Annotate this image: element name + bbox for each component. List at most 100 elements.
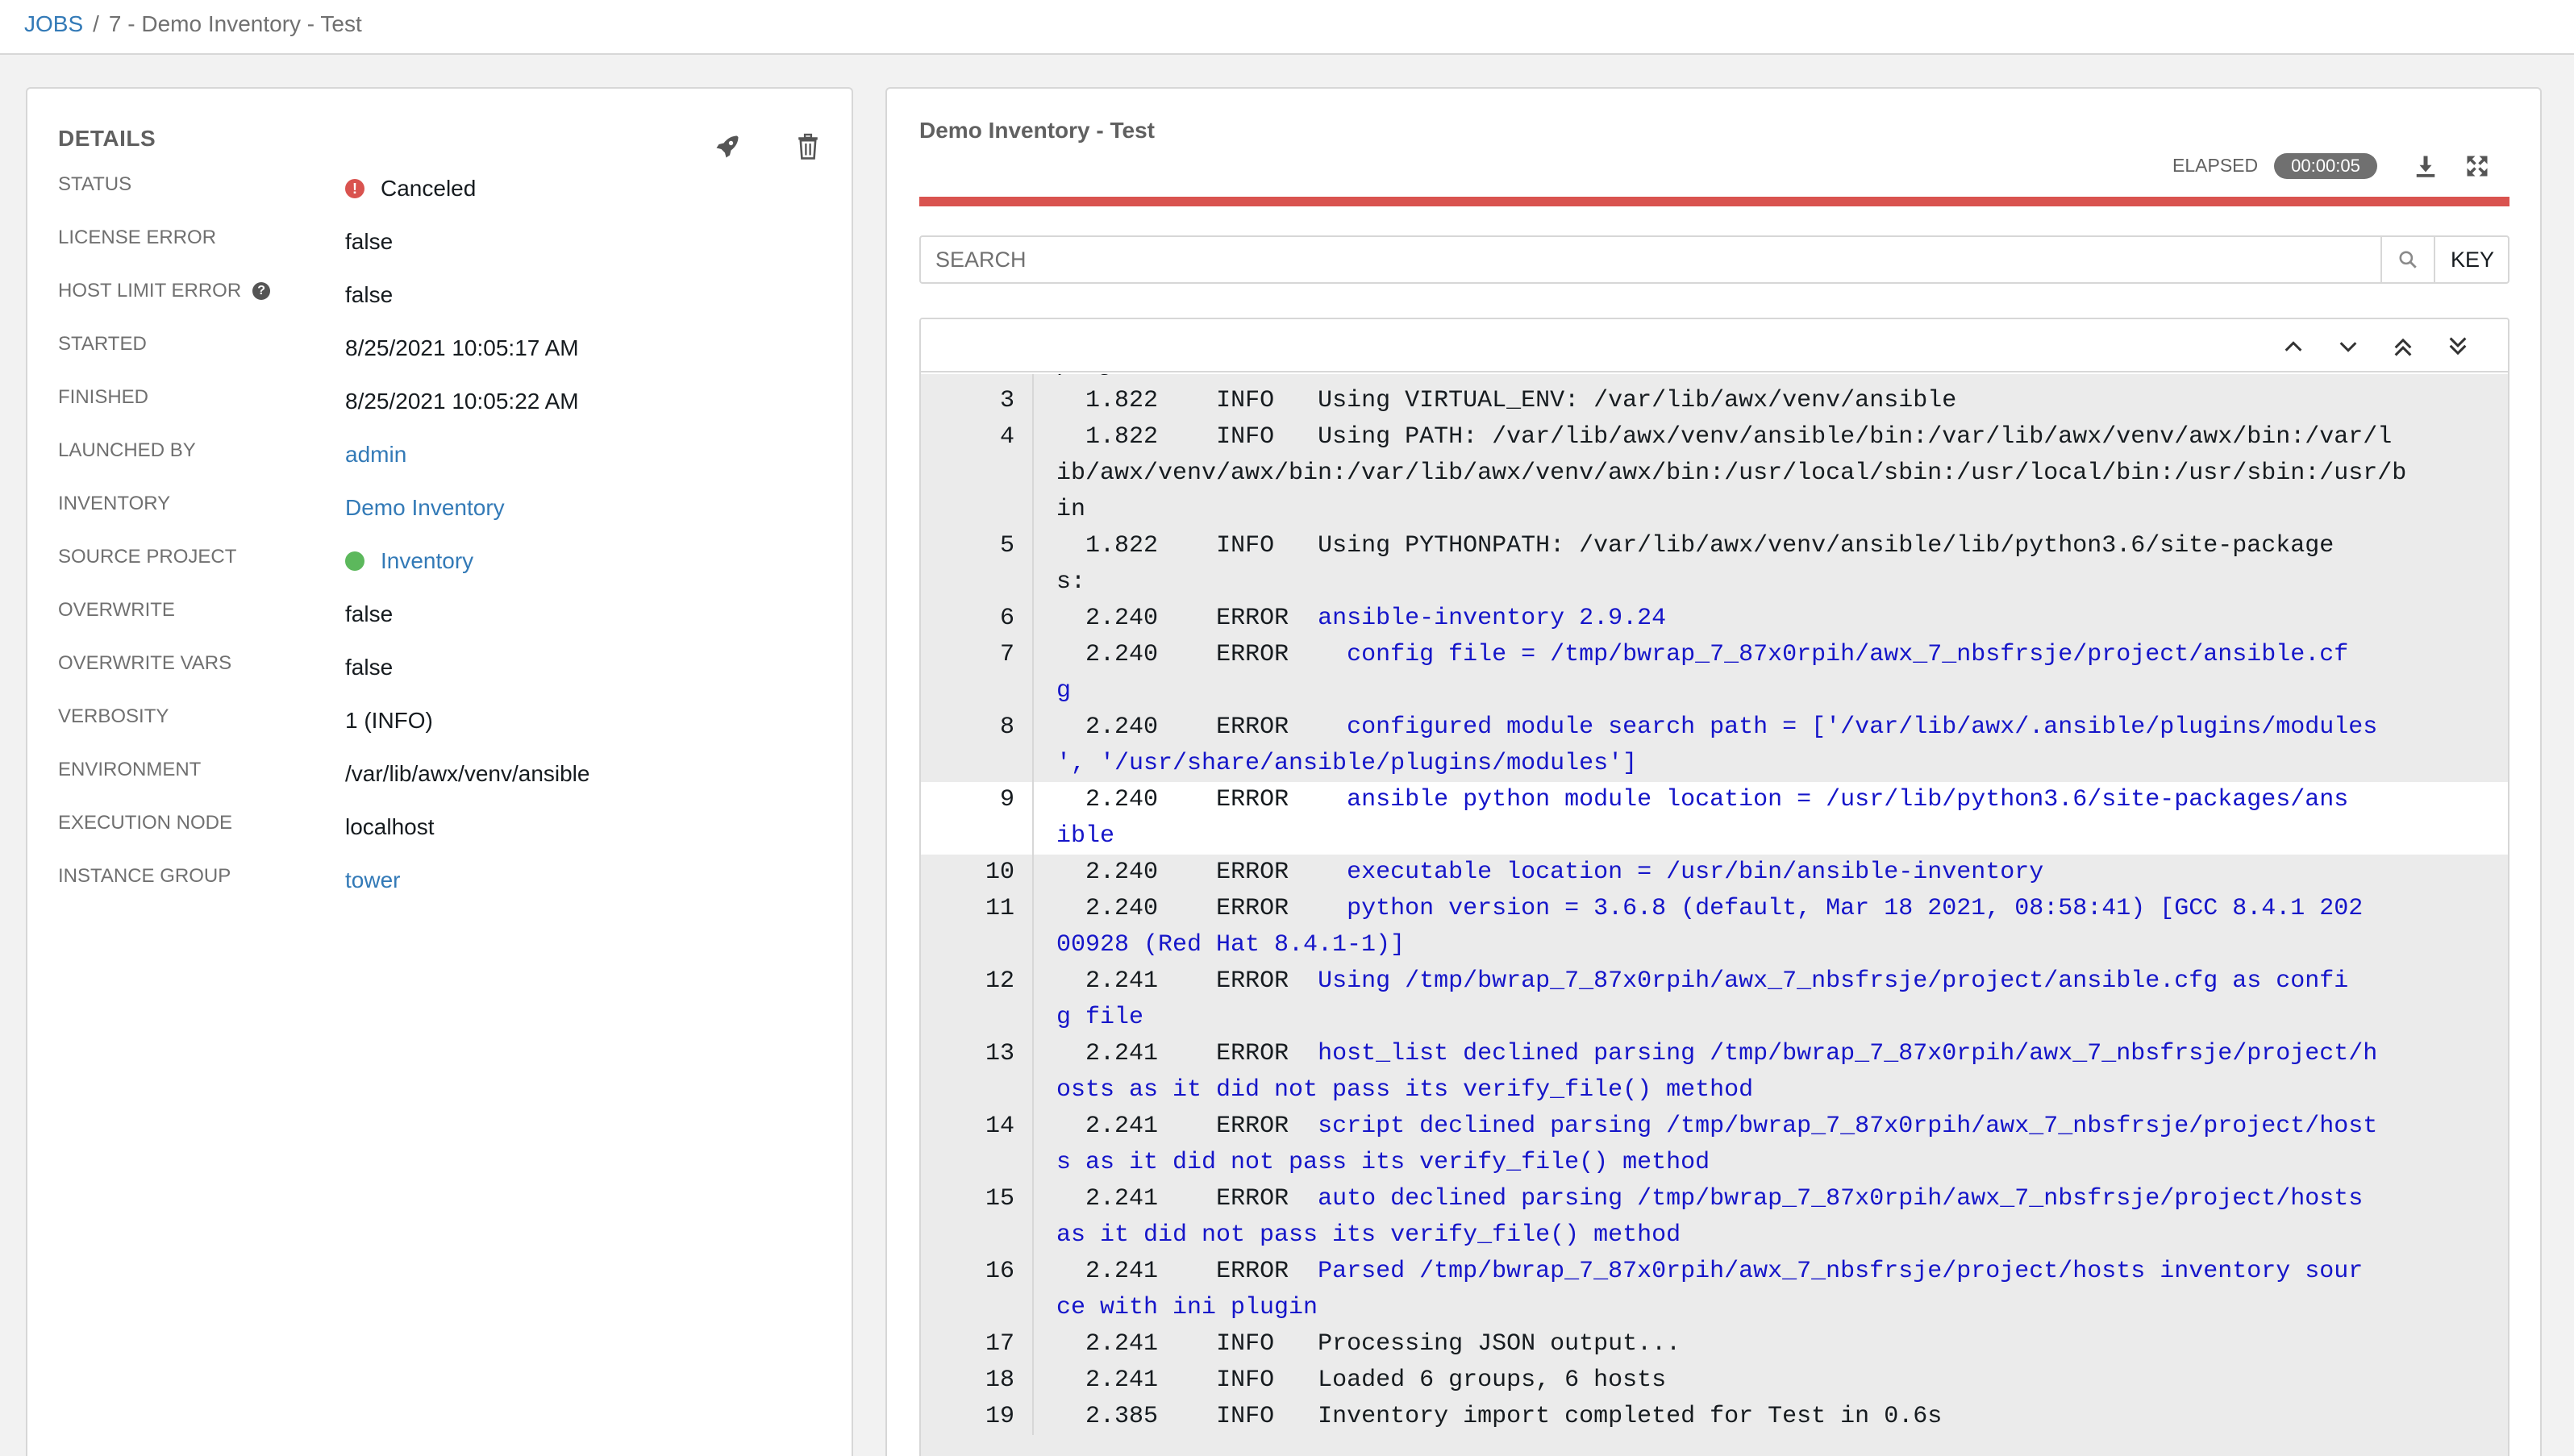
source-project-value[interactable]: Inventory bbox=[381, 547, 473, 575]
log-toolbar bbox=[921, 319, 2508, 372]
detail-row-overwrite: OVERWRITE false bbox=[58, 598, 832, 647]
inventory-link[interactable]: Demo Inventory bbox=[345, 494, 505, 522]
log-line: 4 1.822 INFO Using PATH: /var/lib/awx/ve… bbox=[921, 419, 2508, 456]
detail-value: false bbox=[345, 601, 394, 626]
detail-value: 8/25/2021 10:05:17 AM bbox=[345, 335, 579, 360]
job-output-log: project/hosts 3 1.822 INFO Using VIRTUAL_… bbox=[919, 318, 2509, 1456]
chevron-up-icon[interactable] bbox=[2276, 329, 2311, 364]
log-line-number: 7 bbox=[921, 637, 1034, 673]
detail-row-launched-by: LAUNCHED BY admin bbox=[58, 439, 832, 487]
double-chevron-up-icon[interactable] bbox=[2385, 329, 2421, 364]
log-time: 2.385 bbox=[1085, 1403, 1159, 1430]
key-button[interactable]: KEY bbox=[2434, 237, 2509, 282]
launched-by-link[interactable]: admin bbox=[345, 441, 406, 468]
log-line: 9 2.240 ERROR ansible python module loca… bbox=[921, 782, 2508, 818]
log-message: ible bbox=[1056, 822, 1115, 850]
log-line: in bbox=[921, 492, 2508, 528]
source-project-link[interactable]: Inventory bbox=[345, 547, 473, 575]
search-input[interactable] bbox=[921, 237, 2380, 282]
search-icon[interactable] bbox=[2380, 237, 2434, 282]
detail-value: false bbox=[345, 655, 394, 680]
details-title: DETAILS bbox=[58, 126, 156, 151]
log-line-text: project/hosts bbox=[1034, 374, 2405, 383]
detail-row-license-error: LICENSE ERROR false bbox=[58, 226, 832, 274]
log-line: ', '/usr/share/ansible/plugins/modules'] bbox=[921, 746, 2508, 782]
log-line-text: ible bbox=[1034, 818, 2405, 855]
detail-row-host-limit-error: HOST LIMIT ERROR? false bbox=[58, 279, 832, 327]
log-line-text: 2.240 ERROR configured module search pat… bbox=[1034, 709, 2405, 746]
detail-label: SOURCE PROJECT bbox=[58, 546, 237, 568]
log-line-text: 2.240 ERROR ansible-inventory 2.9.24 bbox=[1034, 601, 2405, 637]
breadcrumb-jobs-link[interactable]: JOBS bbox=[24, 11, 83, 36]
host-limit-label: HOST LIMIT ERROR bbox=[58, 280, 242, 302]
log-time: 1.822 bbox=[1085, 532, 1159, 560]
log-level: ERROR bbox=[1216, 1040, 1289, 1067]
log-line-number: 12 bbox=[921, 963, 1034, 1000]
log-line: 5 1.822 INFO Using PYTHONPATH: /var/lib/… bbox=[921, 528, 2508, 564]
log-line: s as it did not pass its verify_file() m… bbox=[921, 1145, 2508, 1181]
log-level: ERROR bbox=[1216, 1113, 1289, 1140]
detail-label: STATUS bbox=[58, 173, 132, 195]
log-line-number: 11 bbox=[921, 891, 1034, 927]
log-time: 2.241 bbox=[1085, 1258, 1159, 1285]
log-message: Using /tmp/bwrap_7_87x0rpih/awx_7_nbsfrs… bbox=[1318, 967, 2349, 995]
log-line: as it did not pass its verify_file() met… bbox=[921, 1217, 2508, 1254]
log-time: 2.241 bbox=[1085, 1185, 1159, 1213]
log-level: INFO bbox=[1216, 532, 1275, 560]
log-line-text: 2.241 INFO Loaded 6 groups, 6 hosts bbox=[1034, 1362, 2405, 1399]
fullscreen-expand-icon[interactable] bbox=[2459, 148, 2495, 184]
detail-row-execution-node: EXECUTION NODE localhost bbox=[58, 811, 832, 859]
chevron-down-icon[interactable] bbox=[2330, 329, 2366, 364]
log-message: ansible-inventory 2.9.24 bbox=[1318, 605, 1667, 632]
detail-value: false bbox=[345, 229, 394, 254]
log-line-number: 5 bbox=[921, 528, 1034, 564]
log-line-number: 15 bbox=[921, 1181, 1034, 1217]
log-message: configured module search path = ['/var/l… bbox=[1318, 713, 2378, 741]
log-message: Loaded 6 groups, 6 hosts bbox=[1318, 1367, 1667, 1394]
detail-label: FINISHED bbox=[58, 386, 149, 408]
log-line-text: 00928 (Red Hat 8.4.1-1)] bbox=[1034, 927, 2405, 963]
detail-label: ENVIRONMENT bbox=[58, 759, 202, 780]
job-progress-bar bbox=[919, 197, 2509, 206]
log-level: INFO bbox=[1216, 1403, 1275, 1430]
breadcrumb-bar: JOBS / 7 - Demo Inventory - Test bbox=[0, 0, 2574, 55]
log-level: INFO bbox=[1216, 423, 1275, 451]
breadcrumb-current: 7 - Demo Inventory - Test bbox=[108, 11, 362, 36]
log-time: 2.240 bbox=[1085, 641, 1159, 668]
log-message: ansible python module location = /usr/li… bbox=[1318, 786, 2349, 813]
log-time: 2.240 bbox=[1085, 895, 1159, 922]
success-status-icon bbox=[345, 551, 364, 571]
download-icon[interactable] bbox=[2408, 148, 2443, 184]
log-line-number: 4 bbox=[921, 419, 1034, 456]
double-chevron-down-icon[interactable] bbox=[2440, 329, 2476, 364]
detail-label: STARTED bbox=[58, 333, 147, 355]
log-line-number bbox=[921, 673, 1034, 709]
log-line-number bbox=[921, 927, 1034, 963]
log-time: 1.822 bbox=[1085, 423, 1159, 451]
log-line-text: g file bbox=[1034, 1000, 2405, 1036]
delete-trash-icon[interactable] bbox=[790, 129, 826, 164]
log-level: INFO bbox=[1216, 387, 1275, 414]
help-question-icon[interactable]: ? bbox=[252, 282, 271, 300]
detail-value: false bbox=[345, 282, 394, 307]
log-line-text: ce with ini plugin bbox=[1034, 1290, 2405, 1326]
instance-group-link[interactable]: tower bbox=[345, 867, 400, 894]
log-line-text: 2.241 INFO Processing JSON output... bbox=[1034, 1326, 2405, 1362]
log-line: 3 1.822 INFO Using VIRTUAL_ENV: /var/lib… bbox=[921, 383, 2508, 419]
elapsed-badge: 00:00:05 bbox=[2274, 153, 2377, 179]
log-message: osts as it did not pass its verify_file(… bbox=[1056, 1076, 1754, 1104]
log-message: Using PATH: /var/lib/awx/venv/ansible/bi… bbox=[1318, 423, 2393, 451]
log-line: g bbox=[921, 673, 2508, 709]
output-panel: Demo Inventory - Test ELAPSED 00:00:05 K… bbox=[885, 87, 2542, 1456]
log-line-number: 16 bbox=[921, 1254, 1034, 1290]
log-message: ce with ini plugin bbox=[1056, 1294, 1318, 1321]
detail-row-source-project: SOURCE PROJECT Inventory bbox=[58, 545, 832, 593]
breadcrumb: JOBS / 7 - Demo Inventory - Test bbox=[24, 10, 362, 38]
relaunch-rocket-icon[interactable] bbox=[710, 129, 745, 164]
search-bar: KEY bbox=[919, 235, 2509, 284]
log-line-text: in bbox=[1034, 492, 2405, 528]
log-time: 2.240 bbox=[1085, 713, 1159, 741]
log-line: ce with ini plugin bbox=[921, 1290, 2508, 1326]
log-line: 00928 (Red Hat 8.4.1-1)] bbox=[921, 927, 2508, 963]
log-lines: project/hosts 3 1.822 INFO Using VIRTUAL_… bbox=[921, 374, 2508, 1435]
